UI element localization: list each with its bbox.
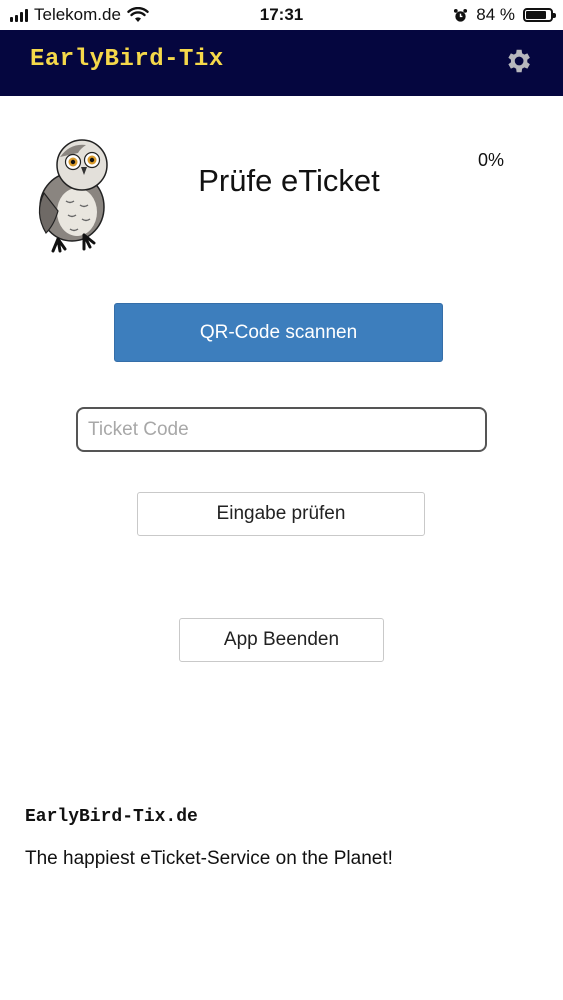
quit-app-button[interactable]: App Beenden [179,618,384,662]
brand-logo-text: EarlyBird-Tix [30,46,224,73]
status-bar: Telekom.de 17:31 84 % [0,0,563,30]
check-input-button[interactable]: Eingabe prüfen [137,492,425,536]
battery-nub [553,13,556,18]
footer-tagline: The happiest eTicket-Service on the Plan… [25,848,393,869]
gear-icon[interactable] [503,46,533,76]
status-right: 84 % [453,5,556,25]
battery-percent: 84 % [476,5,515,24]
ticket-code-input[interactable] [76,407,487,452]
battery-icon [523,8,556,22]
scan-qr-button[interactable]: QR-Code scannen [114,303,443,362]
page-title: Prüfe eTicket [198,163,380,198]
battery-fill [526,11,546,19]
alarm-icon [454,8,468,22]
app-header: EarlyBird-Tix [0,30,563,96]
footer-brand: EarlyBird-Tix.de [25,807,198,827]
